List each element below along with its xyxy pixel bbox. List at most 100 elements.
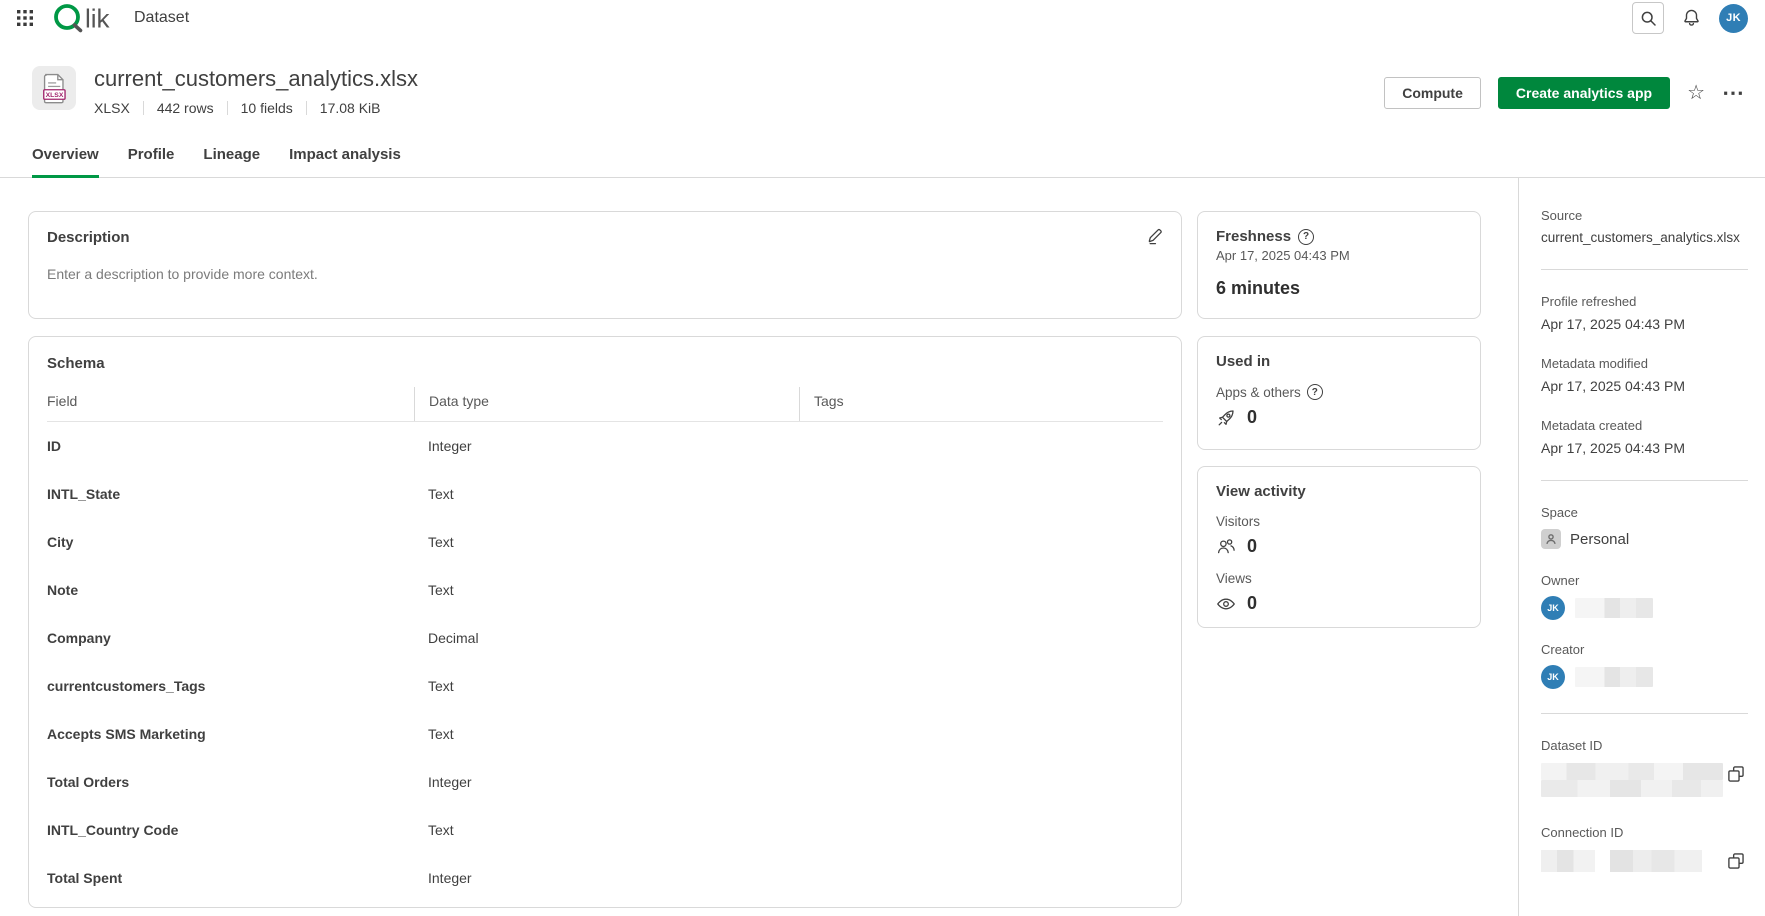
search-icon [1640, 10, 1657, 27]
overview-content: Description Enter a description to provi… [0, 178, 1765, 916]
freshness-card: Freshness ? Apr 17, 2025 04:43 PM 6 minu… [1197, 211, 1481, 319]
field-name: ID [47, 438, 414, 454]
description-card: Description Enter a description to provi… [28, 211, 1182, 319]
metadata-modified-value: Apr 17, 2025 04:43 PM [1541, 378, 1748, 394]
table-row: ID Integer [47, 422, 1163, 470]
create-analytics-app-button[interactable]: Create analytics app [1498, 77, 1670, 109]
meta-format: XLSX [94, 100, 130, 116]
field-name: Total Orders [47, 774, 414, 790]
field-name: INTL_Country Code [47, 822, 414, 838]
meta-rows: 442 rows [157, 100, 214, 116]
copy-connection-id-icon[interactable] [1725, 850, 1748, 872]
used-in-title: Used in [1216, 353, 1462, 370]
field-type: Text [414, 486, 799, 502]
schema-card: Schema Field Data type Tags ID Integer I… [28, 336, 1182, 908]
connection-id-redacted [1541, 850, 1702, 872]
description-placeholder: Enter a description to provide more cont… [47, 266, 1163, 282]
copy-dataset-id-icon[interactable] [1725, 763, 1748, 785]
source-value: current_customers_analytics.xlsx [1541, 230, 1748, 245]
apps-others-label: Apps & others [1216, 385, 1301, 400]
table-row: Total Spent Integer [47, 854, 1163, 902]
schema-table-header: Field Data type Tags [47, 387, 1163, 422]
creator-avatar: JK [1541, 665, 1565, 689]
dataset-id-redacted [1541, 763, 1723, 797]
creator-label: Creator [1541, 642, 1748, 657]
dataset-meta: XLSX 442 rows 10 fields 17.08 KiB [94, 100, 418, 116]
freshness-timestamp: Apr 17, 2025 04:43 PM [1216, 248, 1462, 263]
schema-title: Schema [47, 355, 1163, 372]
table-row: Note Text [47, 566, 1163, 614]
visitors-label: Visitors [1216, 514, 1260, 529]
apps-others-count: 0 [1247, 407, 1257, 428]
dataset-title: current_customers_analytics.xlsx [94, 66, 418, 92]
owner-name-redacted [1575, 598, 1653, 618]
description-title: Description [47, 229, 1163, 246]
more-options-icon[interactable]: ⋯ [1722, 86, 1745, 100]
field-name: Note [47, 582, 414, 598]
connection-id-label: Connection ID [1541, 825, 1748, 840]
edit-description-pencil-icon[interactable] [1145, 226, 1165, 246]
notifications-bell-icon[interactable] [1682, 8, 1701, 28]
page-title: Dataset [134, 9, 189, 27]
profile-refreshed-label: Profile refreshed [1541, 294, 1748, 309]
meta-size: 17.08 KiB [320, 100, 381, 116]
meta-fields: 10 fields [241, 100, 293, 116]
space-label: Space [1541, 505, 1748, 520]
table-row: Total Orders Integer [47, 758, 1163, 806]
meta-divider [306, 101, 307, 115]
divider [1541, 713, 1748, 714]
table-row: INTL_State Text [47, 470, 1163, 518]
help-icon[interactable]: ? [1298, 229, 1314, 245]
details-panel: Source current_customers_analytics.xlsx … [1518, 178, 1765, 916]
schema-table-body: ID Integer INTL_State Text City Text Not… [47, 422, 1163, 902]
search-button[interactable] [1632, 2, 1664, 34]
metadata-modified-label: Metadata modified [1541, 356, 1748, 371]
user-avatar[interactable]: JK [1719, 4, 1748, 33]
tab-bar: Overview Profile Lineage Impact analysis [0, 146, 1765, 178]
field-type: Integer [414, 870, 799, 886]
field-name: Company [47, 630, 414, 646]
views-eye-icon [1216, 596, 1236, 612]
divider [1541, 269, 1748, 270]
visitors-count: 0 [1247, 536, 1257, 557]
source-label: Source [1541, 208, 1748, 223]
table-row: City Text [47, 518, 1163, 566]
qlik-logo[interactable]: lik [52, 1, 118, 35]
dataset-header: XLSX current_customers_analytics.xlsx XL… [0, 36, 1765, 120]
table-row: Accepts SMS Marketing Text [47, 710, 1163, 758]
rocket-icon [1216, 408, 1236, 428]
tab-impact-analysis[interactable]: Impact analysis [289, 146, 401, 178]
field-name: Total Spent [47, 870, 414, 886]
topbar: lik Dataset JK [0, 0, 1765, 36]
views-label: Views [1216, 571, 1252, 586]
field-type: Text [414, 822, 799, 838]
app-grid-icon[interactable] [12, 5, 38, 31]
field-type: Integer [414, 774, 799, 790]
table-row: Company Decimal [47, 614, 1163, 662]
svg-text:lik: lik [85, 4, 111, 34]
tab-overview[interactable]: Overview [32, 146, 99, 178]
favorite-star-icon[interactable]: ☆ [1687, 83, 1705, 103]
visitors-icon [1216, 537, 1236, 556]
freshness-value: 6 minutes [1216, 278, 1462, 299]
field-name: Accepts SMS Marketing [47, 726, 414, 742]
owner-avatar: JK [1541, 596, 1565, 620]
field-name: City [47, 534, 414, 550]
meta-divider [227, 101, 228, 115]
field-name: currentcustomers_Tags [47, 678, 414, 694]
tab-profile[interactable]: Profile [128, 146, 175, 178]
help-icon[interactable]: ? [1307, 384, 1323, 400]
tab-lineage[interactable]: Lineage [203, 146, 260, 178]
field-type: Text [414, 726, 799, 742]
column-header-field: Field [47, 387, 414, 421]
metadata-created-label: Metadata created [1541, 418, 1748, 433]
freshness-title: Freshness [1216, 228, 1291, 245]
view-activity-card: View activity Visitors 0 Views [1197, 466, 1481, 628]
column-header-tags: Tags [799, 387, 1163, 421]
xlsx-file-icon: XLSX [32, 66, 76, 110]
compute-button[interactable]: Compute [1384, 77, 1481, 109]
metadata-created-value: Apr 17, 2025 04:43 PM [1541, 440, 1748, 456]
meta-divider [143, 101, 144, 115]
personal-space-icon [1541, 529, 1561, 549]
field-type: Text [414, 582, 799, 598]
